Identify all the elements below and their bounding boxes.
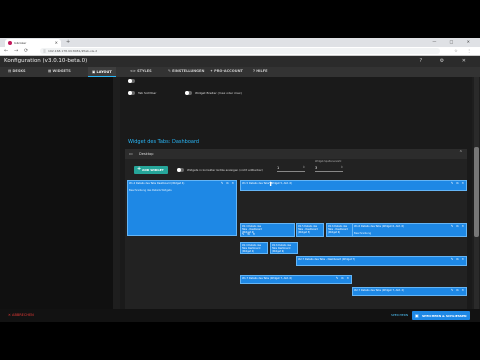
tab-einstellungen[interactable]: ✎ EINSTELLUNGEN bbox=[168, 69, 204, 73]
desktop-panel-header[interactable]: ▭ Desktop ⌃ bbox=[125, 149, 467, 159]
reload-icon[interactable]: ⟳ bbox=[24, 48, 28, 54]
save-and-close-button[interactable]: ▣ SPEICHERN & SCHLIESSEN bbox=[412, 311, 470, 320]
layout-widget[interactable]: #2.4 Details des Tabs Dashboard (Widget … bbox=[240, 242, 268, 254]
toggle-icon[interactable] bbox=[185, 91, 192, 95]
save-icon: ▣ bbox=[415, 313, 419, 318]
browser-toolbar-icons[interactable]: ☆ ⋮ bbox=[454, 48, 475, 53]
widget-action-icons[interactable]: ✎ ⧉ ✕ bbox=[221, 181, 235, 185]
option-widget-width[interactable]: Widget Breiter (max oder max) bbox=[185, 91, 242, 95]
tab-styles[interactable]: <> STYLES bbox=[130, 69, 152, 73]
window-controls[interactable]: — □ ✕ bbox=[432, 39, 476, 44]
browser-window: Iobroker × + — □ ✕ ← → ⟳ ⓘ 192.168.178.9… bbox=[0, 38, 480, 322]
columns-input[interactable]: Widget-Spaltenanzahl 3 ⇕ bbox=[315, 160, 343, 172]
favicon-icon bbox=[8, 41, 12, 45]
spinner-icon[interactable]: ⇕ bbox=[340, 165, 343, 169]
width-input[interactable]: 1 ⇕ bbox=[277, 165, 305, 172]
widget-action-icons[interactable]: ✎ ⧉ ✕ bbox=[451, 257, 465, 261]
cancel-button[interactable]: ✕ ABBRECHEN bbox=[8, 313, 34, 317]
desktop-panel: ▭ Desktop ⌃ + ADD WIDGET Widgets in korr… bbox=[125, 149, 467, 322]
layout-widget[interactable]: #1.6 Details des Tabs (Widget 6, Abt. 6)… bbox=[352, 223, 467, 237]
widget-action-icons[interactable]: ✎ ⧉ ✕ bbox=[242, 232, 256, 236]
plus-icon: + bbox=[137, 166, 142, 172]
scrollbar[interactable] bbox=[474, 77, 479, 322]
widget-action-icons[interactable]: ✎ ⧉ ✕ bbox=[336, 276, 350, 280]
left-pane bbox=[0, 77, 113, 322]
widget-action-icons[interactable]: ✎ ⧉ ✕ bbox=[451, 181, 465, 185]
layout-widget[interactable]: #1.5 Details des Tabs (Widget 5, Abt. 6)… bbox=[240, 180, 467, 191]
tab-widgets[interactable]: ▦ WIDGETS bbox=[48, 69, 71, 73]
browser-tab[interactable]: Iobroker × bbox=[5, 39, 61, 47]
option-tab-visible[interactable]: Tab Sichtbar bbox=[128, 91, 156, 95]
widget-action-icons[interactable]: ✎ ⧉ ✕ bbox=[451, 224, 465, 228]
desktop-label: Desktop bbox=[139, 152, 154, 156]
layout-widget[interactable]: #2.5 Details des Tabs - Dashboard (Widge… bbox=[296, 223, 324, 237]
security-icon: ⓘ bbox=[43, 49, 47, 53]
video-frame: Iobroker × + — □ ✕ ← → ⟳ ⓘ 192.168.178.9… bbox=[0, 0, 480, 360]
browser-toolbar: ← → ⟳ ⓘ 192.168.178.99:8081/#tab-vis-2 ☆… bbox=[0, 47, 480, 56]
url-text: 192.168.178.99:8081/#tab-vis-2 bbox=[48, 49, 98, 53]
section-title: Widget des Tabs: Dashboard bbox=[128, 139, 200, 145]
layout-widget[interactable]: #1.7 Details des Tabs (Widget 7, Abt. 6)… bbox=[240, 275, 352, 284]
config-tabs: ▤ DESKS ▦ WIDGETS ▣ LAYOUT <> STYLES ✎ E… bbox=[0, 67, 480, 77]
layout-widget[interactable]: #2.4 Details des Tabs - Dashboard (Widge… bbox=[240, 223, 295, 237]
spinner-icon[interactable]: ⇕ bbox=[302, 165, 305, 169]
layout-widget[interactable]: #2.7 Details des Tabs (Widget 7, Abt. 2)… bbox=[352, 287, 467, 296]
toggle-icon[interactable] bbox=[128, 79, 135, 83]
toggle-icon[interactable] bbox=[128, 91, 135, 95]
layout-widget[interactable]: #2.6 Details des Tabs Dashboard (Widget … bbox=[270, 242, 298, 254]
forward-icon[interactable]: → bbox=[14, 48, 18, 54]
browser-tabstrip: Iobroker × + — □ ✕ bbox=[0, 38, 480, 47]
scrollbar-thumb[interactable] bbox=[474, 147, 479, 237]
layout-editor: Tab Sichtbar Widget Breiter (max oder ma… bbox=[120, 77, 472, 322]
layout-widget[interactable]: #2.7 Details des Tabs - Dashboard (Widge… bbox=[296, 256, 467, 266]
page-title: Konfiguration (v3.0.10-beta.0) bbox=[4, 58, 88, 64]
tab-layout[interactable]: ▣ LAYOUT bbox=[88, 67, 116, 77]
browser-tab-title: Iobroker bbox=[14, 41, 27, 45]
widget-action-icons[interactable]: ✎ ⧉ ✕ bbox=[451, 288, 465, 292]
toggle-icon[interactable] bbox=[177, 168, 184, 172]
layout-widget[interactable]: #1.4 Details des Tabs Dashboard (Widget … bbox=[127, 180, 237, 236]
header-icons[interactable]: ? ⚙ ✕ bbox=[419, 58, 474, 64]
new-tab-button[interactable]: + bbox=[66, 39, 70, 45]
app-header: Konfiguration (v3.0.10-beta.0) ? ⚙ ✕ bbox=[0, 56, 480, 67]
actual-size-toggle[interactable]: Widgets in korrekter Größe anzeigen (nic… bbox=[177, 168, 263, 172]
tab-hilfe[interactable]: ? HILFE bbox=[253, 69, 268, 73]
monitor-icon: ▭ bbox=[129, 151, 133, 156]
save-button[interactable]: SPEICHERN bbox=[391, 313, 408, 317]
option-row-1[interactable] bbox=[128, 79, 138, 83]
status-bar: ✕ ABBRECHEN SPEICHERN ▣ SPEICHERN & SCHL… bbox=[0, 309, 480, 322]
add-widget-button[interactable]: + ADD WIDGET bbox=[134, 166, 168, 174]
back-icon[interactable]: ← bbox=[4, 48, 8, 54]
close-tab-icon[interactable]: × bbox=[55, 40, 58, 45]
tab-desks[interactable]: ▤ DESKS bbox=[8, 69, 26, 73]
address-bar[interactable]: ⓘ 192.168.178.99:8081/#tab-vis-2 bbox=[40, 48, 440, 54]
tab-pro-account[interactable]: ✦ PRO-ACCOUNT bbox=[210, 69, 243, 73]
chevron-up-icon[interactable]: ⌃ bbox=[459, 150, 463, 156]
layout-widget[interactable]: #2.6 Details des Tabs - Dashboard (Widge… bbox=[326, 223, 354, 237]
mouse-cursor-icon: ⬆ bbox=[268, 181, 274, 188]
